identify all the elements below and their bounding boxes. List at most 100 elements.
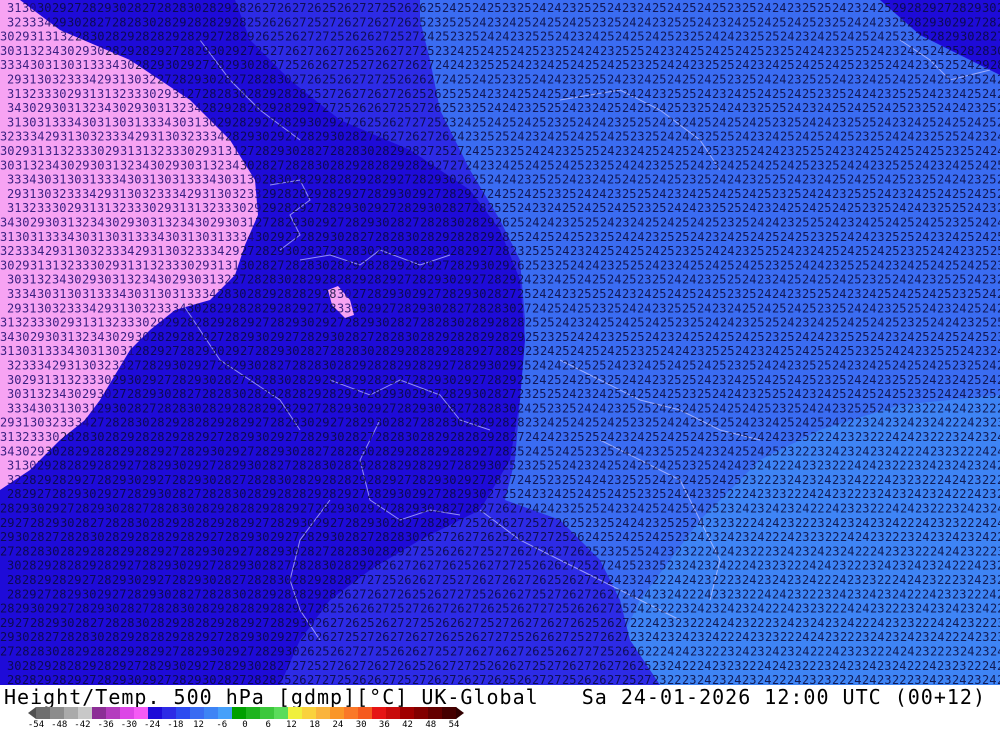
contour-label: 23 — [525, 58, 539, 72]
contour-label: 28 — [97, 459, 111, 473]
contour-label: 27 — [510, 516, 524, 530]
contour-label: 28 — [405, 344, 419, 358]
contour-label: 28 — [217, 387, 231, 401]
contour-label: 26 — [412, 559, 426, 573]
contour-label: 24 — [802, 573, 816, 587]
contour-label: 23 — [510, 30, 524, 44]
contour-label: 24 — [982, 659, 996, 673]
contour-label: 29 — [307, 587, 321, 601]
contour-label: 24 — [787, 301, 801, 315]
contour-label: 30 — [142, 87, 156, 101]
contour-label: 26 — [397, 587, 411, 601]
contour-label: 27 — [255, 416, 269, 430]
contour-label: 29 — [270, 344, 284, 358]
contour-label: 24 — [765, 645, 779, 659]
contour-label: 28 — [120, 602, 134, 616]
contour-label: 29 — [120, 645, 134, 659]
contour-label: 24 — [637, 15, 651, 29]
contour-label: 29 — [262, 87, 276, 101]
contour-label: 24 — [840, 244, 854, 258]
contour-label: 23 — [900, 316, 914, 330]
contour-label: 23 — [675, 244, 689, 258]
contour-label: 24 — [682, 487, 696, 501]
contour-label: 28 — [247, 387, 261, 401]
contour-label: 23 — [915, 130, 929, 144]
contour-label: 22 — [892, 459, 906, 473]
contour-label: 28 — [457, 459, 471, 473]
contour-label: 27 — [427, 573, 441, 587]
contour-label: 27 — [457, 201, 471, 215]
contour-label: 24 — [825, 430, 839, 444]
contour-label: 28 — [97, 659, 111, 673]
contour-label: 30 — [487, 359, 501, 373]
contour-label: 28 — [75, 630, 89, 644]
contour-label: 30 — [210, 444, 224, 458]
contour-label: 25 — [945, 330, 959, 344]
colorbar-swatch — [162, 707, 177, 719]
contour-label: 28 — [15, 544, 29, 558]
contour-label: 25 — [780, 44, 794, 58]
contour-label: 26 — [375, 616, 389, 630]
contour-label: 32 — [60, 30, 74, 44]
contour-label: 24 — [735, 58, 749, 72]
contour-label: 29 — [195, 144, 209, 158]
contour-label: 30 — [300, 416, 314, 430]
contour-label: 31 — [52, 401, 66, 415]
contour-label: 29 — [30, 330, 44, 344]
contour-label: 25 — [645, 130, 659, 144]
contour-label: 27 — [510, 430, 524, 444]
contour-label: 25 — [817, 201, 831, 215]
contour-label: 24 — [510, 58, 524, 72]
contour-label: 24 — [937, 401, 951, 415]
contour-label: 28 — [217, 573, 231, 587]
contour-label: 23 — [577, 387, 591, 401]
contour-label: 26 — [285, 30, 299, 44]
contour-label: 23 — [742, 173, 756, 187]
contour-label: 24 — [990, 216, 1000, 230]
contour-label: 25 — [652, 487, 666, 501]
contour-label: 24 — [915, 230, 929, 244]
contour-label: 25 — [742, 87, 756, 101]
contour-label: 30 — [232, 287, 246, 301]
contour-label: 27 — [112, 387, 126, 401]
contour-label: 24 — [615, 444, 629, 458]
contour-label: 23 — [615, 430, 629, 444]
contour-label: 25 — [990, 244, 1000, 258]
colorbar-tick-label: 54 — [449, 720, 460, 730]
contour-label: 25 — [277, 673, 291, 685]
contour-label: 24 — [937, 473, 951, 487]
contour-label: 31 — [30, 344, 44, 358]
contour-label: 24 — [592, 473, 606, 487]
contour-label: 31 — [120, 144, 134, 158]
contour-label: 28 — [22, 573, 36, 587]
contour-label: 28 — [247, 287, 261, 301]
contour-label: 30 — [67, 15, 81, 29]
contour-label: 31 — [90, 344, 104, 358]
contour-label: 25 — [915, 330, 929, 344]
contour-label: 30 — [937, 15, 951, 29]
contour-label: 25 — [757, 387, 771, 401]
contour-label: 27 — [240, 444, 254, 458]
contour-label: 31 — [120, 344, 134, 358]
contour-label: 24 — [660, 502, 674, 516]
contour-label: 24 — [712, 101, 726, 115]
contour-label: 25 — [870, 130, 884, 144]
contour-label: 34 — [22, 287, 36, 301]
contour-label: 27 — [315, 144, 329, 158]
contour-label: 34 — [90, 216, 104, 230]
contour-label: 28 — [420, 216, 434, 230]
contour-label: 22 — [802, 587, 816, 601]
contour-label: 28 — [345, 344, 359, 358]
contour-label: 27 — [187, 387, 201, 401]
contour-label: 24 — [765, 344, 779, 358]
contour-label: 24 — [750, 516, 764, 530]
contour-label: 22 — [930, 645, 944, 659]
contour-label: 26 — [540, 630, 554, 644]
contour-label: 23 — [637, 273, 651, 287]
contour-label: 24 — [615, 158, 629, 172]
contour-label: 30 — [202, 473, 216, 487]
contour-label: 24 — [870, 616, 884, 630]
contour-label: 26 — [375, 44, 389, 58]
contour-label: 23 — [967, 173, 981, 187]
contour-label: 28 — [292, 87, 306, 101]
